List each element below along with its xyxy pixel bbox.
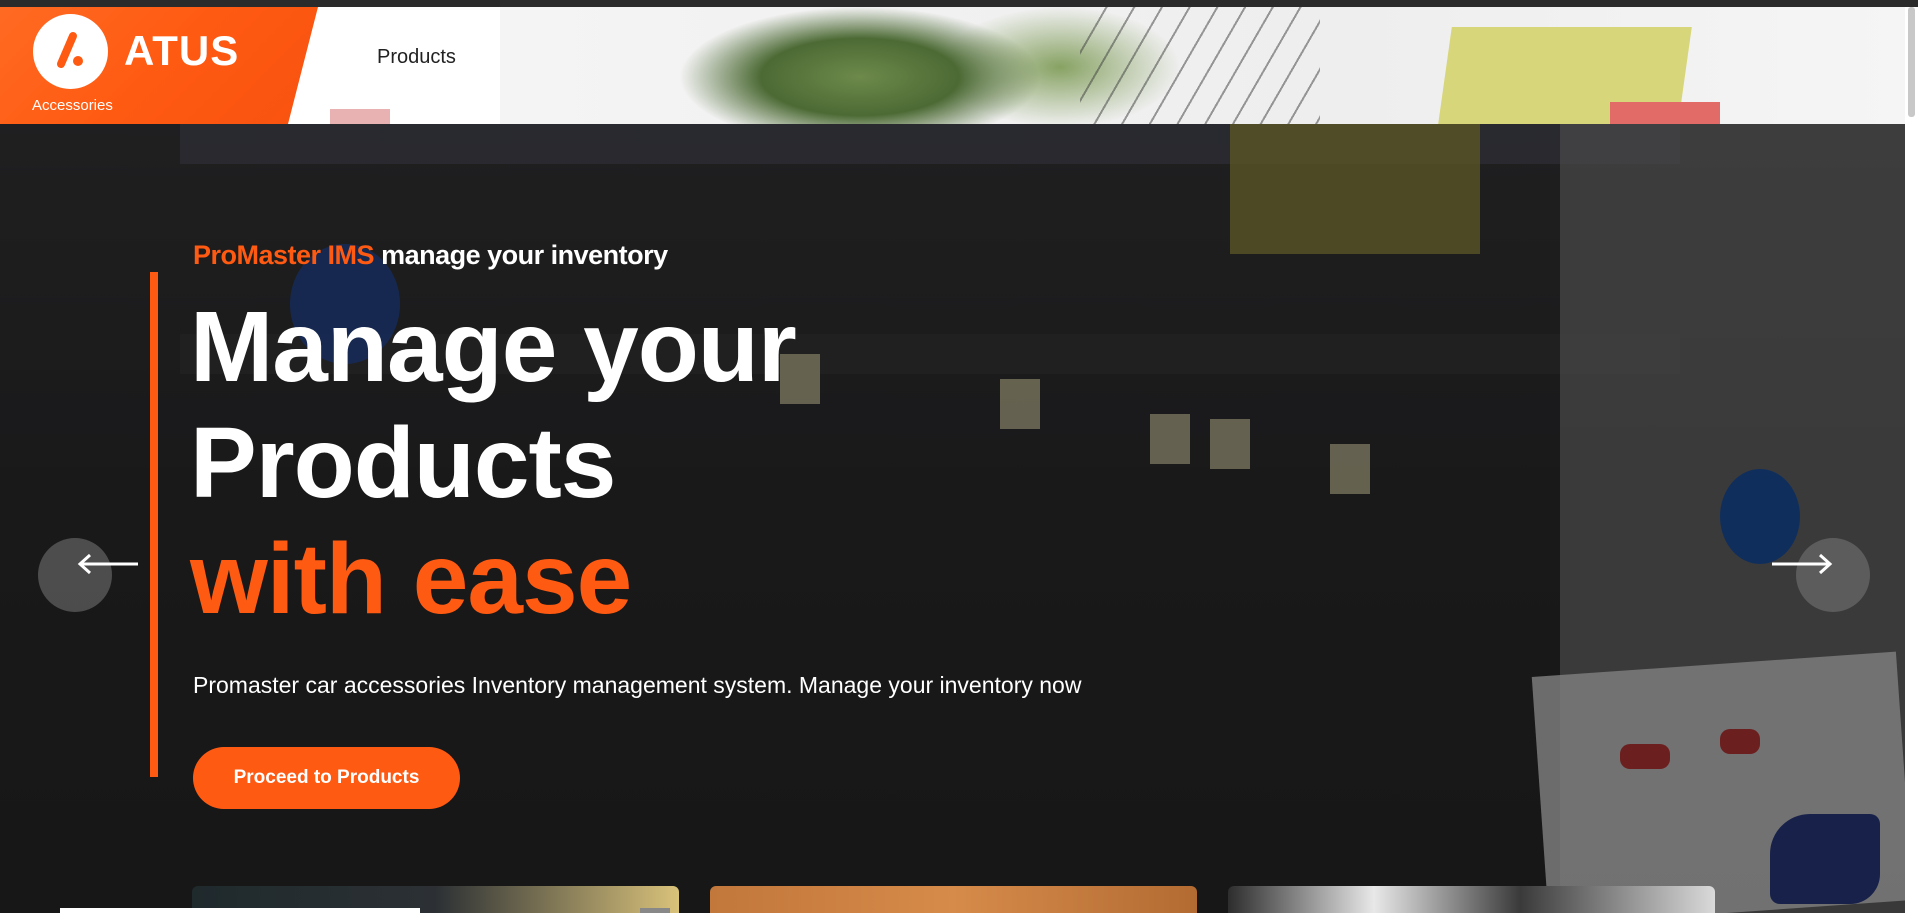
logo-block[interactable]: ATUS Accessories bbox=[0, 7, 318, 124]
hero-headline-line-1: Manage your bbox=[190, 291, 797, 403]
hero-tagline-text: manage your inventory bbox=[374, 240, 668, 270]
bottom-strip-decoration-2 bbox=[640, 908, 670, 913]
logo-subtitle: Accessories bbox=[32, 97, 113, 114]
page-scrollbar[interactable] bbox=[1905, 7, 1918, 913]
hero-headline-line-2: Products bbox=[190, 407, 616, 519]
site-header: ATUS Accessories Products bbox=[0, 7, 1905, 124]
nav-link-products[interactable]: Products bbox=[377, 46, 456, 69]
product-card-preview[interactable] bbox=[1228, 886, 1715, 913]
arrow-left-icon bbox=[77, 553, 138, 575]
hero-tagline-brand: ProMaster IMS bbox=[193, 240, 375, 270]
header-red-decoration-2 bbox=[330, 109, 390, 124]
hero-section: ProMaster IMS manage your inventory Mana… bbox=[0, 124, 1905, 913]
header-red-decoration bbox=[1610, 102, 1720, 124]
hero-headline: Manage your Products with ease bbox=[190, 289, 797, 637]
hero-accent-bar bbox=[150, 272, 158, 777]
hero-headline-line-3: with ease bbox=[190, 523, 632, 635]
product-card-preview[interactable] bbox=[710, 886, 1197, 913]
browser-top-strip bbox=[0, 0, 1918, 7]
brand-mark-icon bbox=[33, 14, 108, 89]
hero-tagline: ProMaster IMS manage your inventory bbox=[193, 240, 668, 271]
header-wires-decoration bbox=[1080, 7, 1320, 124]
bottom-strip-decoration bbox=[60, 908, 420, 913]
arrow-right-icon bbox=[1772, 553, 1833, 575]
logo-text: ATUS bbox=[124, 27, 240, 74]
proceed-to-products-button[interactable]: Proceed to Products bbox=[193, 747, 460, 809]
scrollbar-thumb[interactable] bbox=[1908, 7, 1915, 117]
hero-description: Promaster car accessories Inventory mana… bbox=[193, 672, 1082, 698]
